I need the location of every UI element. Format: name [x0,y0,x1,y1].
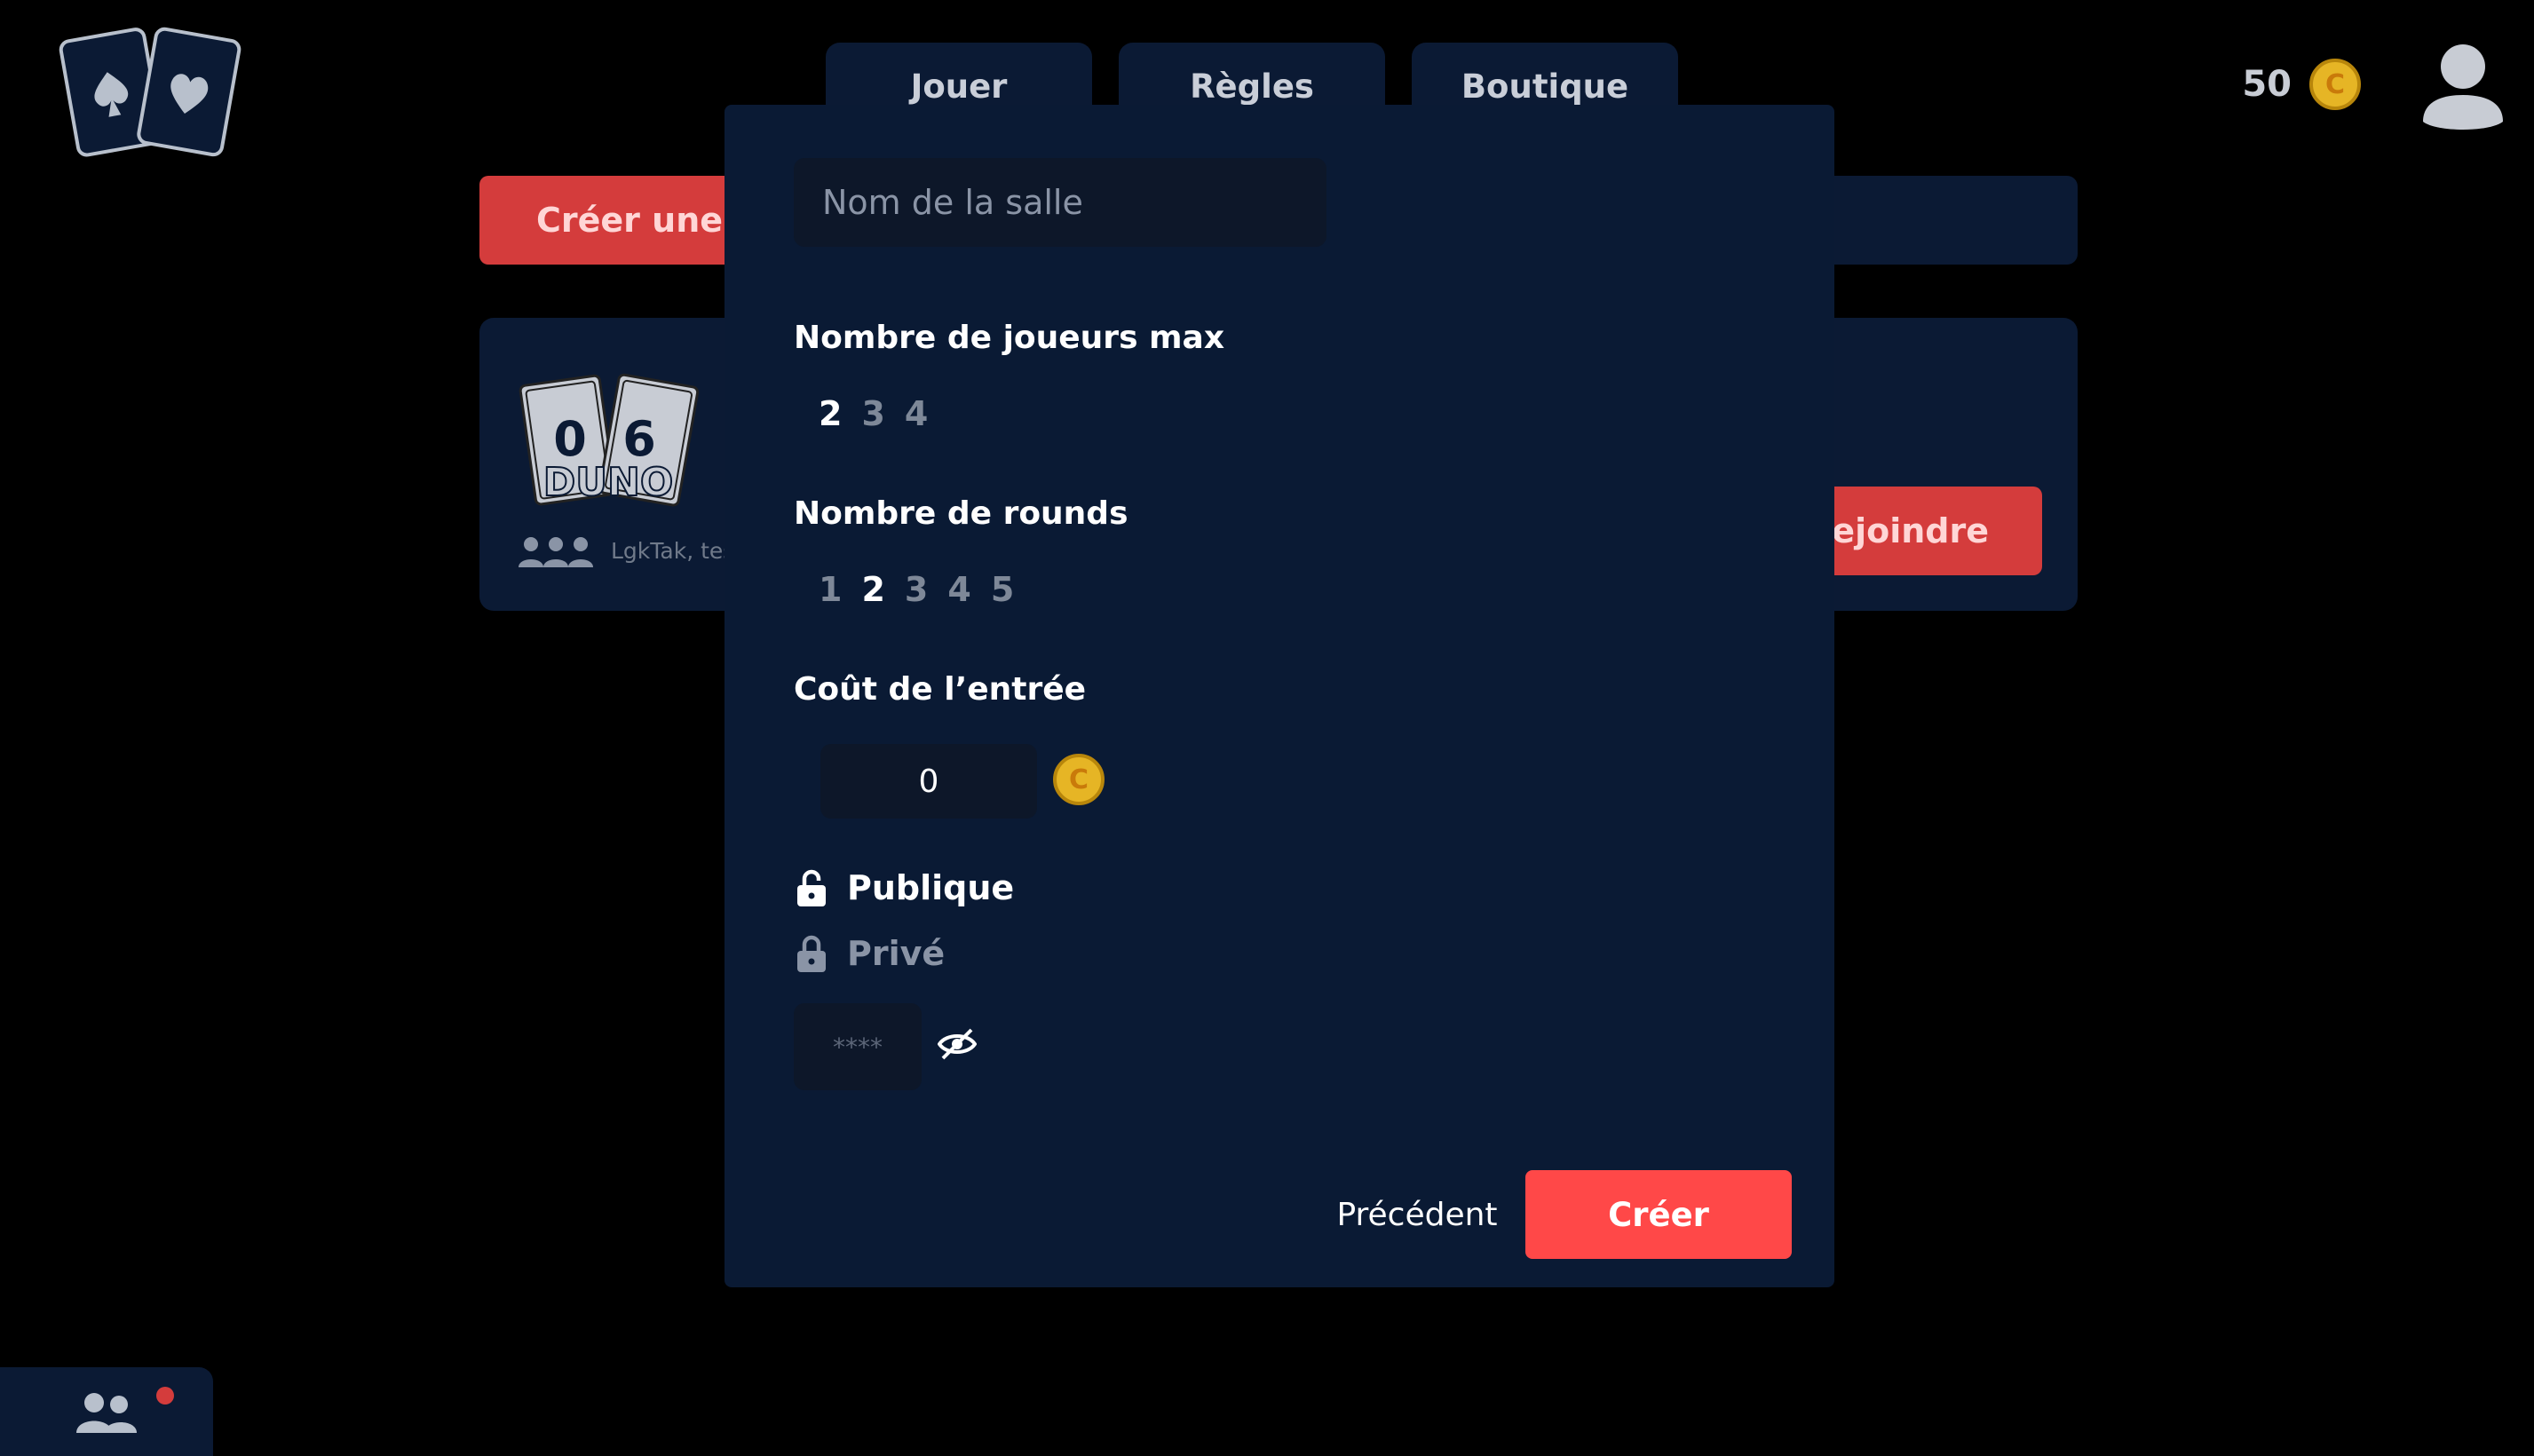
rounds-option-5[interactable]: 5 [991,570,1014,609]
max-players-options: 2 3 4 [819,394,928,433]
art-digit-right: 6 [622,411,656,467]
max-players-option-4[interactable]: 4 [905,394,928,433]
entry-cost-label: Coût de l’entrée [794,671,1087,708]
public-label: Publique [847,868,1015,907]
art-logo-text: DUNO [543,460,673,505]
coin-balance-value: 50 [2242,64,2292,105]
eye-slash-icon[interactable] [938,1028,977,1060]
unlock-icon [797,869,826,906]
room-name-input[interactable] [794,158,1326,247]
rounds-option-4[interactable]: 4 [947,570,970,609]
room-players-list: LgkTak, test [611,538,744,564]
max-players-option-2[interactable]: 2 [819,394,842,433]
private-label: Privé [847,934,946,973]
notification-dot [156,1387,174,1405]
room-password-input[interactable] [794,1003,922,1090]
create-room-modal: Nombre de joueurs max 2 3 4 Nombre de ro… [725,105,1834,1287]
rounds-label: Nombre de rounds [794,495,1128,532]
lock-icon [797,935,826,972]
rounds-option-1[interactable]: 1 [819,570,842,609]
visibility-public-option[interactable]: Publique [796,868,1014,907]
friends-bar[interactable] [0,1367,213,1456]
coin-balance: 50 C [2242,59,2361,110]
visibility-private-option[interactable]: Privé [796,934,945,973]
art-digit-left: 0 [553,411,587,467]
app-logo[interactable] [53,18,257,160]
coin-icon: C [1053,754,1105,805]
rounds-option-2[interactable]: 2 [861,570,884,609]
user-avatar-icon[interactable] [2419,40,2507,133]
rounds-options: 1 2 3 4 5 [819,570,1014,609]
rounds-option-3[interactable]: 3 [905,570,928,609]
previous-button[interactable]: Précédent [1293,1170,1541,1259]
players-icon [519,537,593,567]
max-players-option-3[interactable]: 3 [861,394,884,433]
create-button[interactable]: Créer [1525,1170,1792,1259]
duno-game-art: 0 6 DUNO [519,373,700,507]
friends-icon[interactable] [75,1390,139,1435]
entry-cost-input[interactable] [820,744,1037,819]
coin-icon: C [2309,59,2361,110]
max-players-label: Nombre de joueurs max [794,320,1225,356]
